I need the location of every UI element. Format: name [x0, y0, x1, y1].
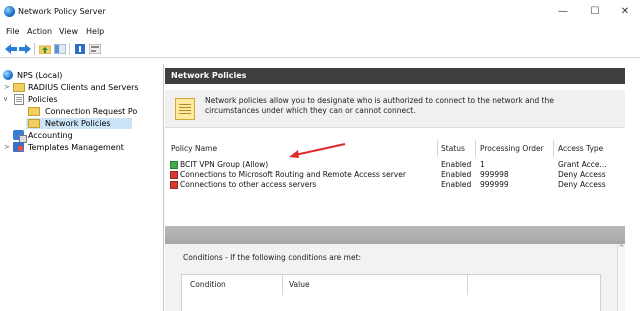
- tree-item-policies[interactable]: ∨ Policies: [0, 94, 163, 105]
- tree-item-label: Policies: [28, 95, 58, 104]
- back-icon[interactable]: [5, 44, 17, 54]
- tree-item-label: Network Policies: [45, 119, 111, 128]
- description-text: Network policies allow you to designate …: [205, 96, 615, 116]
- description-box: Network policies allow you to designate …: [165, 90, 625, 128]
- pane-splitter[interactable]: [165, 226, 625, 244]
- table-row[interactable]: BCIT VPN Group (Allow) Enabled 1 Grant A…: [165, 160, 625, 170]
- folder-icon: [13, 83, 25, 92]
- tree-item-label: Connection Request Po: [45, 107, 138, 116]
- templates-icon: [13, 142, 24, 152]
- policy-deny-icon: [170, 171, 178, 179]
- collapse-arrow[interactable]: ∨: [3, 94, 8, 105]
- column-header-value[interactable]: Value: [289, 280, 310, 289]
- policy-access-type: Grant Acce...: [558, 160, 607, 169]
- tree-item-network-policies[interactable]: Network Policies: [26, 118, 132, 129]
- policy-access-type: Deny Access: [558, 180, 606, 189]
- policy-access-type: Deny Access: [558, 170, 606, 179]
- folder-up-icon[interactable]: [39, 44, 51, 54]
- toolbar-separator: [69, 43, 70, 55]
- conditions-table: Condition Value: [181, 274, 601, 311]
- toolbar-separator: [34, 43, 35, 55]
- title-bar: Network Policy Server — ☐ ✕: [0, 0, 640, 24]
- tree-item-accounting[interactable]: Accounting: [0, 130, 163, 143]
- column-divider[interactable]: [437, 140, 438, 157]
- tree-item-radius-clients[interactable]: > RADIUS Clients and Servers: [0, 82, 163, 93]
- properties-icon[interactable]: [89, 44, 101, 54]
- description-line: Network policies allow you to designate …: [205, 96, 554, 105]
- tree-item-label: Accounting: [28, 131, 73, 140]
- pane-header: Network Policies: [165, 68, 625, 84]
- policy-allow-icon: [170, 161, 178, 169]
- tree-item-label: Templates Management: [28, 143, 124, 152]
- accounting-icon: [13, 130, 27, 143]
- menu-help[interactable]: Help: [86, 27, 104, 36]
- menu-action[interactable]: Action: [27, 27, 52, 36]
- folder-icon: [28, 107, 40, 116]
- menu-bar: File Action View Help: [0, 24, 640, 40]
- column-header-status[interactable]: Status: [441, 144, 465, 153]
- column-divider[interactable]: [467, 275, 468, 295]
- policy-name: BCIT VPN Group (Allow): [180, 160, 269, 169]
- annotation-arrow-icon: [289, 143, 346, 158]
- globe-icon: [3, 70, 13, 80]
- scroll-up-button[interactable]: ^: [617, 244, 625, 311]
- tree-item-connection-request-policies[interactable]: Connection Request Po: [0, 106, 163, 117]
- minimize-button[interactable]: —: [553, 4, 573, 20]
- policies-table: Policy Name Status Processing Order Acce…: [165, 136, 625, 224]
- column-header-processing-order[interactable]: Processing Order: [480, 144, 544, 153]
- forward-icon[interactable]: [19, 44, 31, 54]
- table-row[interactable]: Connections to other access servers Enab…: [165, 180, 625, 190]
- menu-file[interactable]: File: [6, 27, 19, 36]
- policy-order: 1: [480, 160, 485, 169]
- column-header-access-type[interactable]: Access Type: [558, 144, 603, 153]
- policy-status: Enabled: [441, 160, 472, 169]
- tree-item-label: NPS (Local): [17, 71, 63, 80]
- policy-order: 999998: [480, 170, 509, 179]
- policy-document-icon: [175, 98, 195, 120]
- policy-order: 999999: [480, 180, 509, 189]
- window-title: Network Policy Server: [18, 7, 106, 16]
- policy-name: Connections to other access servers: [180, 180, 317, 189]
- expand-arrow[interactable]: >: [4, 142, 10, 153]
- description-line: circumstances under which they can or ca…: [205, 106, 416, 115]
- policy-status: Enabled: [441, 170, 472, 179]
- policy-status: Enabled: [441, 180, 472, 189]
- column-header-condition[interactable]: Condition: [190, 280, 226, 289]
- policy-name: Connections to Microsoft Routing and Rem…: [180, 170, 406, 179]
- policy-deny-icon: [170, 181, 178, 189]
- details-pane: Network Policies Network policies allow …: [165, 64, 625, 311]
- conditions-title: Conditions - If the following conditions…: [183, 253, 362, 262]
- tree-item-nps-local[interactable]: NPS (Local): [0, 70, 163, 81]
- nps-app-icon: [4, 6, 15, 17]
- maximize-button[interactable]: ☐: [585, 4, 605, 20]
- table-row[interactable]: Connections to Microsoft Routing and Rem…: [165, 170, 625, 180]
- column-divider[interactable]: [282, 275, 283, 295]
- document-icon: [14, 94, 24, 105]
- console-tree: NPS (Local) > RADIUS Clients and Servers…: [0, 64, 164, 311]
- column-header-policy-name[interactable]: Policy Name: [171, 144, 217, 153]
- tree-item-label: RADIUS Clients and Servers: [28, 83, 139, 92]
- conditions-panel: Conditions - If the following conditions…: [165, 244, 617, 311]
- tree-item-templates-management[interactable]: > Templates Management: [0, 142, 163, 153]
- expand-arrow[interactable]: >: [4, 82, 10, 93]
- help-icon[interactable]: [74, 44, 86, 54]
- menu-view[interactable]: View: [59, 27, 78, 36]
- show-hide-tree-icon[interactable]: [54, 44, 66, 54]
- toolbar: [0, 40, 640, 58]
- folder-icon: [28, 119, 40, 128]
- column-divider[interactable]: [475, 140, 476, 157]
- column-divider[interactable]: [553, 140, 554, 157]
- close-button[interactable]: ✕: [615, 4, 635, 20]
